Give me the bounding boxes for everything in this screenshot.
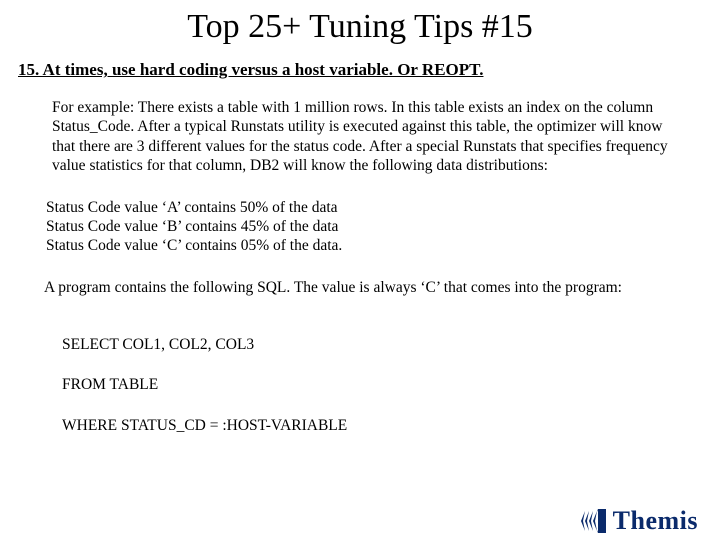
distribution-item: Status Code value ‘C’ contains 05% of th…	[46, 236, 674, 255]
slide: Top 25+ Tuning Tips #15 15. At times, us…	[0, 8, 720, 540]
sql-block: SELECT COL1, COL2, COL3 FROM TABLE WHERE…	[62, 315, 658, 456]
themis-logo-text: Themis	[613, 506, 698, 536]
distribution-item: Status Code value ‘B’ contains 45% of th…	[46, 217, 674, 236]
paragraph-sql-intro: A program contains the following SQL. Th…	[44, 278, 676, 297]
sql-line: WHERE STATUS_CD = :HOST-VARIABLE	[62, 416, 658, 436]
themis-logo-icon	[579, 507, 607, 535]
distribution-list: Status Code value ‘A’ contains 50% of th…	[46, 198, 674, 256]
sql-line: SELECT COL1, COL2, COL3	[62, 335, 658, 355]
slide-title: Top 25+ Tuning Tips #15	[0, 8, 720, 46]
themis-logo: Themis	[579, 506, 698, 536]
tip-heading: 15. At times, use hard coding versus a h…	[18, 60, 702, 80]
paragraph-intro: For example: There exists a table with 1…	[52, 98, 668, 176]
distribution-item: Status Code value ‘A’ contains 50% of th…	[46, 198, 674, 217]
sql-line: FROM TABLE	[62, 375, 658, 395]
